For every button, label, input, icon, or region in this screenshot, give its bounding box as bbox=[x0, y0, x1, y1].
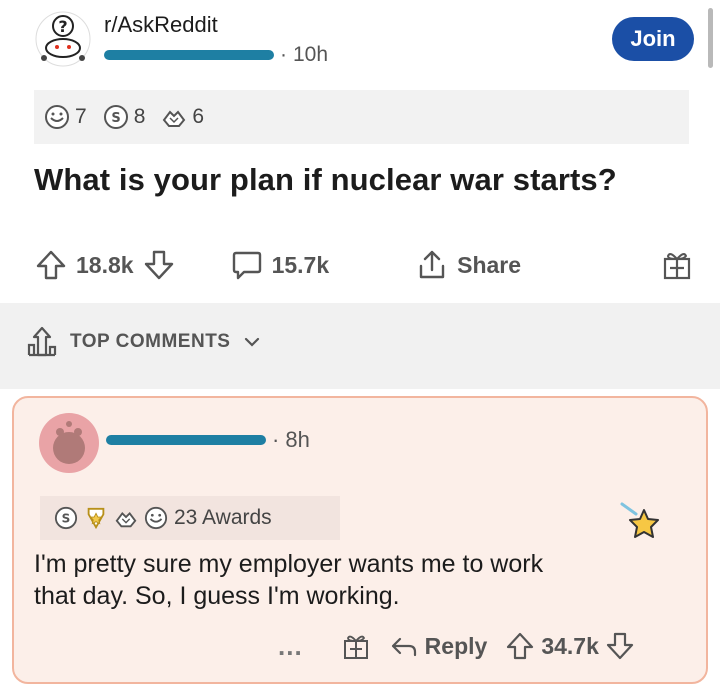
give-award-button[interactable] bbox=[660, 248, 694, 282]
more-options-button[interactable]: ... bbox=[278, 631, 303, 662]
award-wholesome: 7 bbox=[44, 104, 87, 130]
post-score: 18.8k bbox=[76, 251, 134, 278]
scrollbar[interactable] bbox=[708, 8, 713, 68]
award-count: 6 bbox=[192, 105, 205, 128]
chevron-down-icon bbox=[245, 337, 260, 347]
svg-text:S: S bbox=[111, 111, 120, 126]
post-awards-strip[interactable]: 7 S 8 6 bbox=[34, 90, 689, 144]
share-button[interactable]: Share bbox=[415, 248, 521, 282]
subreddit-avatar-icon[interactable]: ? bbox=[34, 10, 92, 68]
gold-award-icon bbox=[87, 507, 105, 530]
comments-button[interactable]: 15.7k bbox=[230, 248, 330, 282]
awards-count-label: 23 Awards bbox=[174, 506, 272, 529]
rocket-sort-icon bbox=[27, 326, 57, 357]
post-time: 10h bbox=[293, 43, 329, 66]
award-silver: S 8 bbox=[103, 104, 146, 130]
silver-award-icon: S bbox=[54, 506, 78, 530]
share-icon bbox=[419, 250, 445, 279]
award-helpful: 6 bbox=[161, 104, 204, 130]
upvote-icon[interactable] bbox=[34, 248, 68, 282]
reply-label: Reply bbox=[424, 632, 488, 659]
comment-line: I'm pretty sure my employer wants me to … bbox=[34, 550, 544, 578]
upvote-icon[interactable] bbox=[505, 631, 535, 661]
award-count: 8 bbox=[133, 105, 146, 128]
vote-group: 18.8k bbox=[34, 248, 176, 282]
helpful-hands-award-icon bbox=[163, 110, 186, 127]
svg-text:S: S bbox=[62, 512, 71, 526]
comment-line: that day. So, I guess I'm working. bbox=[34, 582, 400, 610]
comment-bubble-icon bbox=[232, 251, 261, 280]
subreddit-name[interactable]: r/AskReddit bbox=[104, 12, 218, 38]
award-count: 7 bbox=[75, 105, 87, 128]
sort-dropdown[interactable]: TOP COMMENTS bbox=[26, 325, 262, 359]
share-label: Share bbox=[457, 251, 522, 278]
helpful-hands-award-icon bbox=[115, 511, 137, 528]
comment-time: 8h bbox=[285, 427, 310, 452]
post-actions: 18.8k 15.7k Share bbox=[34, 240, 694, 290]
star-award-icon[interactable] bbox=[616, 498, 666, 548]
byline-separator: · bbox=[280, 43, 287, 66]
byline-separator: · bbox=[272, 427, 280, 452]
join-button[interactable]: Join bbox=[612, 17, 694, 61]
reply-button[interactable]: Reply bbox=[389, 631, 488, 661]
reply-arrow-icon bbox=[391, 637, 416, 657]
downvote-icon[interactable] bbox=[142, 248, 176, 282]
gift-award-icon bbox=[663, 253, 691, 280]
user-avatar-icon[interactable] bbox=[38, 412, 100, 474]
comment-score: 34.7k bbox=[541, 632, 599, 659]
redacted-username bbox=[106, 435, 266, 445]
comment-awards-strip[interactable]: S 23 Awards bbox=[40, 496, 340, 540]
comment-vote-group: 34.7k bbox=[505, 631, 635, 661]
comment-card: · 8h S 23 Awards I'm pretty sure my empl… bbox=[12, 396, 708, 684]
downvote-icon[interactable] bbox=[605, 631, 635, 661]
post-title[interactable]: What is your plan if nuclear war starts? bbox=[34, 162, 617, 198]
post-card: ? r/AskReddit · 10h Join 7 S 8 6 What is… bbox=[0, 0, 720, 303]
svg-text:?: ? bbox=[58, 17, 67, 36]
wholesome-award-icon bbox=[144, 506, 168, 530]
redacted-username bbox=[104, 50, 274, 60]
gift-award-icon[interactable] bbox=[341, 631, 371, 661]
wholesome-award-icon bbox=[45, 105, 69, 129]
post-byline: · 10h bbox=[104, 43, 329, 66]
comment-body: I'm pretty sure my employer wants me to … bbox=[34, 548, 684, 612]
comment-byline: · 8h bbox=[106, 427, 310, 452]
comments-count: 15.7k bbox=[271, 251, 330, 278]
silver-award-icon: S bbox=[103, 105, 128, 129]
comment-actions: ... Reply 34.7k bbox=[278, 626, 635, 666]
sort-label: TOP COMMENTS bbox=[70, 331, 231, 352]
